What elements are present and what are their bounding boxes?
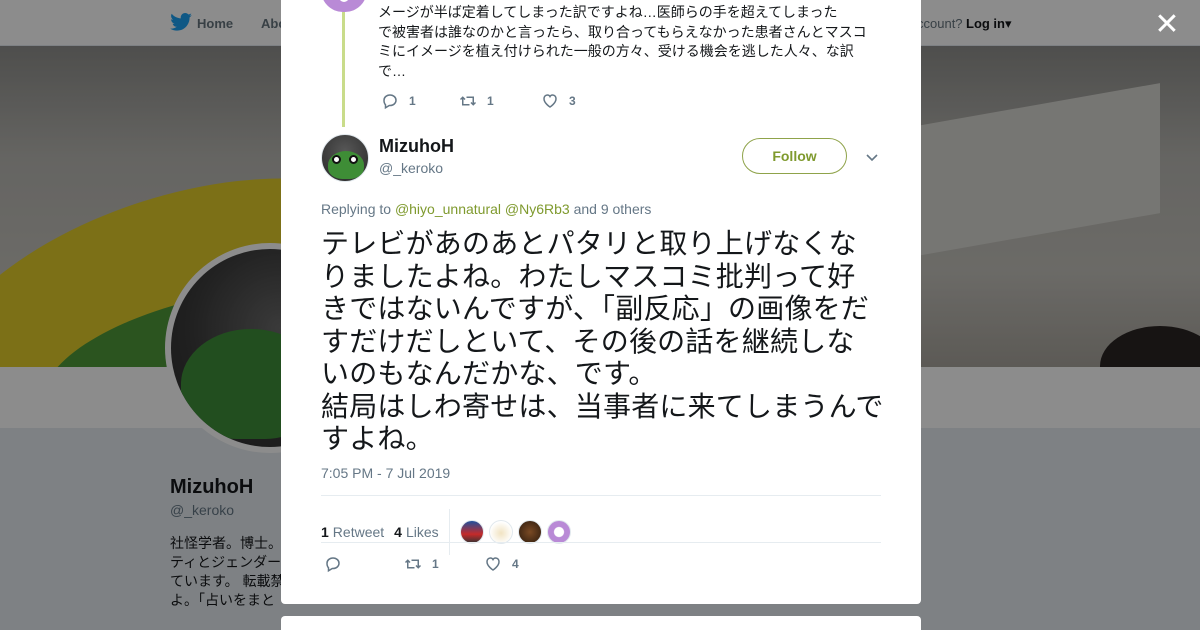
like-count: 3 [569,94,576,108]
thread-connector [342,12,345,127]
tweet-timestamp[interactable]: 7:05 PM - 7 Jul 2019 [321,465,450,481]
reply-count: 1 [409,94,416,108]
follow-button[interactable]: Follow [742,138,847,174]
retweet-stat-count: 1 [321,524,329,540]
previous-tweet-text: メージが半ば定着してしまった訳ですよね…医師らの手を超えてしまった で被害者は誰… [378,3,878,81]
tweet-author-name[interactable]: MizuhoH [379,136,454,157]
previous-tweet-avatar[interactable] [321,0,367,12]
likes-stat[interactable]: 4 Likes [394,524,438,540]
divider [321,542,881,543]
liker-avatars [459,520,576,544]
liker-avatar[interactable] [517,520,542,544]
liker-avatar[interactable] [546,520,571,544]
reply-button[interactable] [324,555,404,573]
tweet-author-handle[interactable]: @_keroko [379,160,443,176]
liker-avatar[interactable] [488,520,513,544]
divider [321,495,881,496]
replying-to: Replying to @hiyo_unnatural @Ny6Rb3 and … [321,201,651,217]
tweet-text: テレビがあのあとパタリと取り上げなくな りましたよね。わたしマスコミ批判って好 … [321,227,886,456]
tweet-text-line: 結局はしわ寄せは、当事者に来てしまうんで [321,389,884,423]
previous-tweet-line: メージが半ば定着してしまった訳ですよね…医師らの手を超えてしまった [378,4,838,20]
retweet-button[interactable]: 1 [404,555,484,573]
tweet-text-line: いのもなんだかな、です。 [321,357,657,390]
mention-link[interactable]: @Ny6Rb3 [505,201,570,217]
like-button[interactable]: 3 [541,92,576,110]
tweet-text-line: すよね。 [321,422,434,455]
likes-stat-label: Likes [405,524,439,540]
previous-tweet-line: ミにイメージを植え付けられた一般の方々、受ける機会を逃した人々、な訳 [378,43,854,59]
likes-stat-count: 4 [394,524,402,540]
retweet-icon [459,96,477,106]
liker-avatar[interactable] [459,520,484,544]
stats-separator [448,509,450,555]
tweet-text-line: りましたよね。わたしマスコミ批判って好 [321,259,856,293]
tweet-author-avatar[interactable] [321,134,369,182]
previous-tweet-line: で… [378,62,406,79]
previous-tweet-line: で被害者は誰なのかと言ったら、取り合ってもらえなかった患者さんとマスコ [378,23,867,40]
reply-button[interactable]: 1 [381,92,459,110]
close-icon[interactable]: ✕ [1152,10,1182,40]
retweet-count: 1 [487,94,494,108]
replying-others-link[interactable]: and 9 others [574,201,652,217]
reply-icon [383,94,397,110]
retweet-button[interactable]: 1 [459,92,541,110]
reply-icon [326,557,340,573]
tweet-stats: 1 Retweet 4 Likes [321,509,576,555]
replying-prefix: Replying to [321,201,392,217]
tweet-text-line: すだけだしといて、その後の話を継続しな [321,324,855,358]
tweet-actions: 1 4 [324,555,519,573]
tweet-text-line: きではないんですが、「副反応」の画像をだ [321,292,870,325]
tweet-text-line: テレビがあのあとパタリと取り上げなくな [321,227,857,260]
heart-icon [543,94,557,108]
like-button[interactable]: 4 [484,555,519,573]
heart-icon [486,557,500,571]
like-count: 4 [512,557,519,571]
chevron-down-icon[interactable] [864,149,880,165]
retweet-stat-label: Retweet [332,524,385,540]
mention-link[interactable]: @hiyo_unnatural [395,201,501,217]
previous-tweet-actions: 1 1 3 [381,92,576,110]
retweet-stat[interactable]: 1 Retweet [321,524,384,540]
reply-box-panel [281,616,921,630]
retweet-icon [404,559,422,569]
retweet-count: 1 [432,557,439,571]
tweet-modal: メージが半ば定着してしまった訳ですよね…医師らの手を超えてしまった で被害者は誰… [281,0,921,604]
